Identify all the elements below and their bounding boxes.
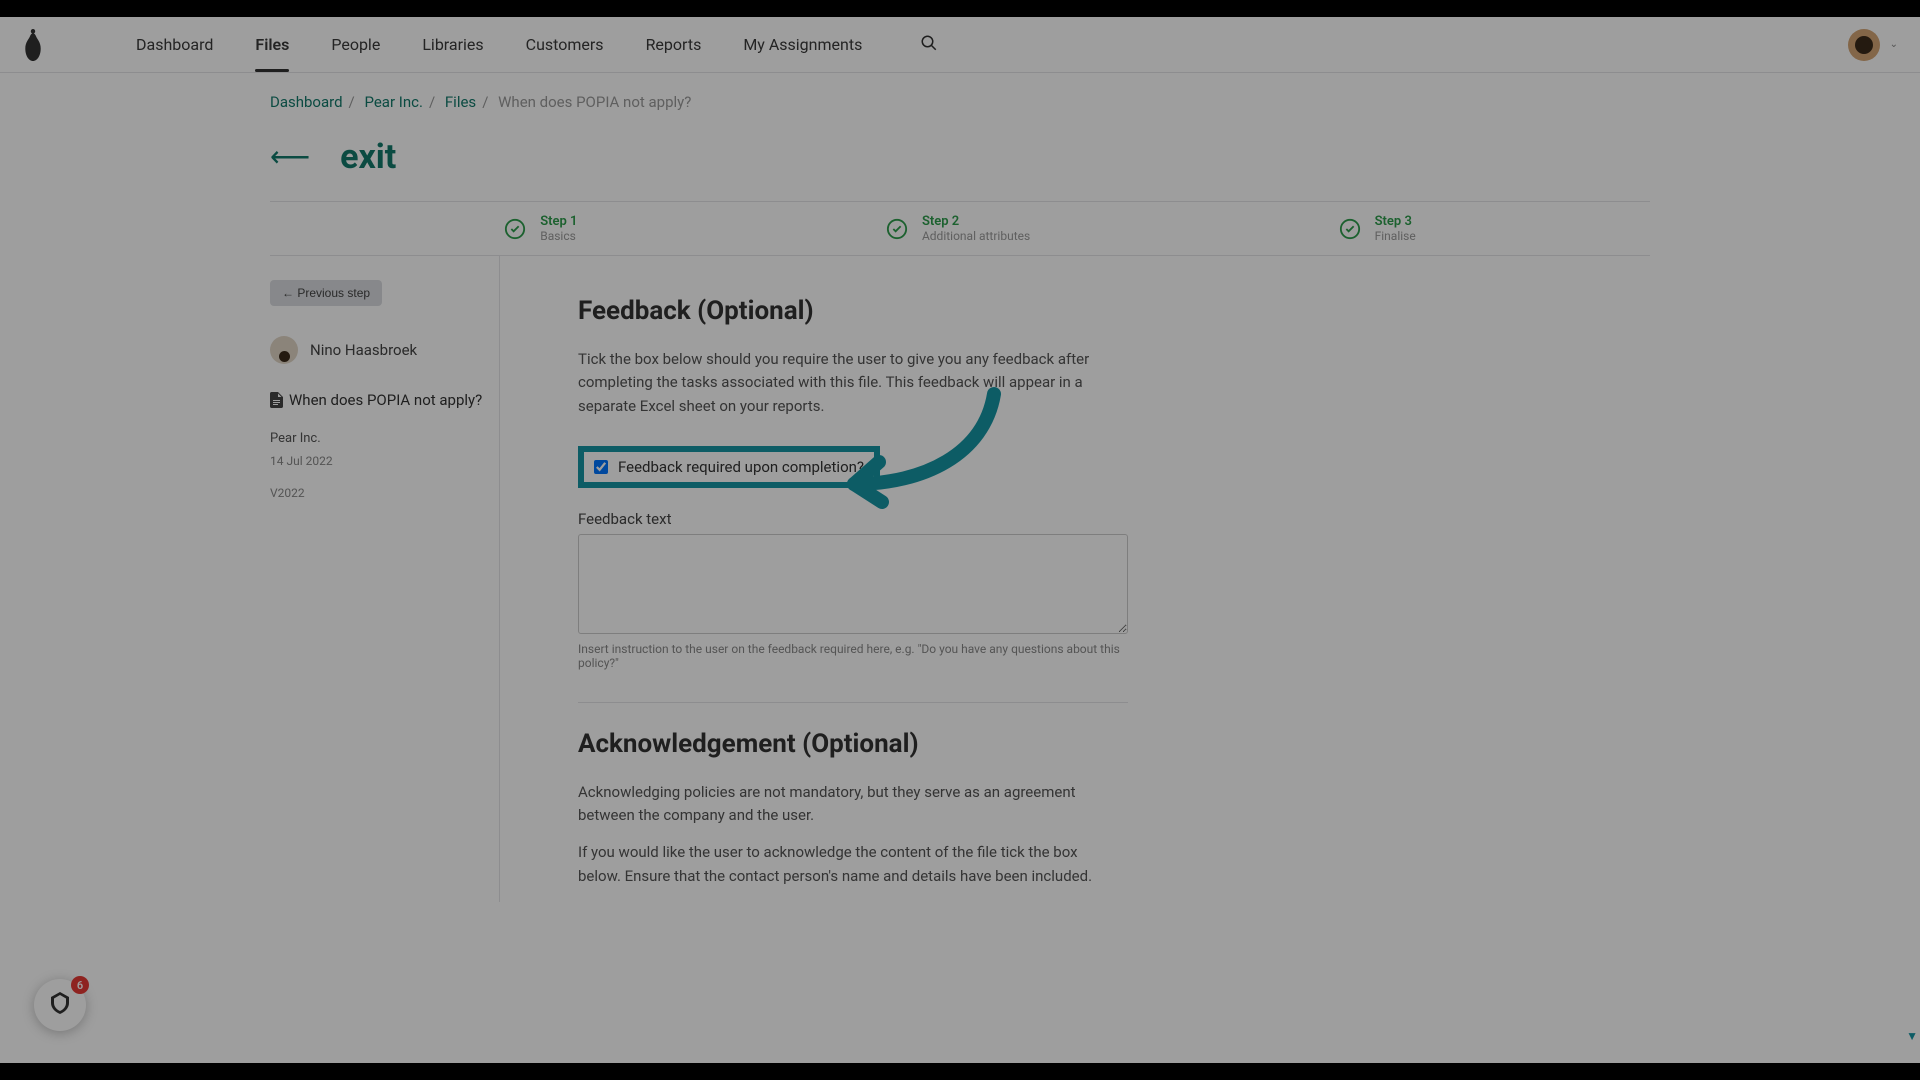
logo-icon [22,29,44,61]
feedback-heading: Feedback (Optional) [578,296,1600,326]
chevron-down-icon: ⌄ [1890,39,1898,50]
step-1-desc: Basics [540,229,577,243]
file-title: When does POPIA not apply? [270,390,499,411]
user-menu[interactable]: ⌄ [1848,29,1898,61]
nav-libraries[interactable]: Libraries [422,17,483,72]
page-title: exit [340,137,396,177]
step-3-title: Step 3 [1375,214,1416,229]
nav-assignments[interactable]: My Assignments [743,17,862,72]
feedback-textarea[interactable] [578,534,1128,634]
feedback-hint: Insert instruction to the user on the fe… [578,642,1128,670]
nav-files[interactable]: Files [255,17,289,72]
highlight-box: Feedback required upon completion? [578,446,880,488]
main-panel: Feedback (Optional) Tick the box below s… [500,256,1650,902]
crumb-files[interactable]: Files [445,93,476,111]
check-circle-icon [1339,218,1361,240]
step-1[interactable]: Step 1Basics [504,214,577,243]
version-meta: V2022 [270,486,499,500]
widget-icon [47,990,73,1020]
feedback-required-checkbox[interactable] [594,460,608,474]
search-icon[interactable] [914,28,944,62]
nav-people[interactable]: People [331,17,380,72]
nav-reports[interactable]: Reports [646,17,702,72]
author-avatar [270,336,298,364]
step-2-title: Step 2 [922,214,1030,229]
breadcrumb: Dashboard/ Pear Inc./ Files/ When does P… [270,73,1650,123]
scroll-indicator-icon: ▼ [1906,1029,1918,1043]
ack-p2: If you would like the user to acknowledg… [578,841,1118,888]
step-1-title: Step 1 [540,214,577,229]
ack-heading: Acknowledgement (Optional) [578,729,1600,759]
notification-count: 6 [71,976,89,994]
crumb-current: When does POPIA not apply? [498,93,691,111]
help-widget[interactable]: 6 [34,979,86,1031]
back-arrow-icon[interactable]: ⟵ [270,143,310,171]
company-meta: Pear Inc. [270,431,499,446]
step-2[interactable]: Step 2Additional attributes [886,214,1030,243]
stepper: Step 1Basics Step 2Additional attributes… [270,201,1650,256]
crumb-company[interactable]: Pear Inc. [364,93,422,111]
top-nav: Dashboard Files People Libraries Custome… [0,17,1920,73]
nav-dashboard[interactable]: Dashboard [136,17,213,72]
ack-p1: Acknowledging policies are not mandatory… [578,781,1118,828]
step-2-desc: Additional attributes [922,229,1030,243]
check-circle-icon [886,218,908,240]
nav-customers[interactable]: Customers [526,17,604,72]
nav-items: Dashboard Files People Libraries Custome… [136,17,944,72]
step-3[interactable]: Step 3Finalise [1339,214,1416,243]
feedback-intro: Tick the box below should you require th… [578,348,1128,418]
sidebar: ← Previous step Nino Haasbroek When does… [270,256,500,902]
feedback-required-label: Feedback required upon completion? [618,458,864,476]
step-3-desc: Finalise [1375,229,1416,243]
check-circle-icon [504,218,526,240]
crumb-dashboard[interactable]: Dashboard [270,93,343,111]
author-name: Nino Haasbroek [310,341,417,359]
avatar [1848,29,1880,61]
file-title-text: When does POPIA not apply? [289,390,482,411]
file-icon [270,392,283,408]
previous-step-button[interactable]: ← Previous step [270,280,382,306]
date-meta: 14 Jul 2022 [270,454,499,468]
feedback-textarea-label: Feedback text [578,510,1600,528]
